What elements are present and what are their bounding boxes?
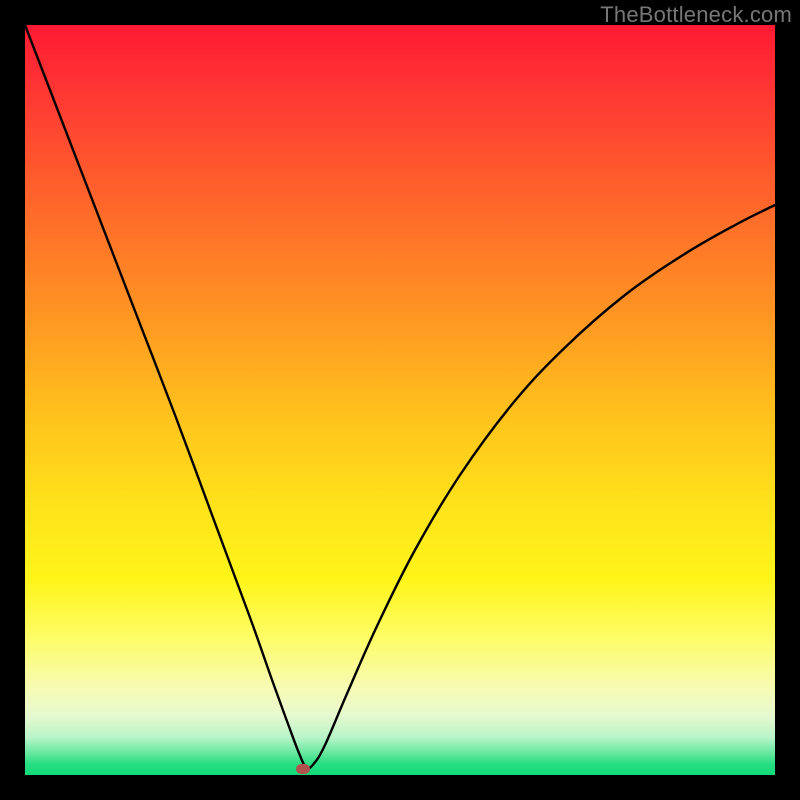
chart-frame: TheBottleneck.com — [0, 0, 800, 800]
chart-plot-area — [25, 25, 775, 775]
bottleneck-curve — [25, 25, 775, 775]
watermark-text: TheBottleneck.com — [600, 2, 792, 28]
optimal-point-marker — [296, 764, 310, 774]
